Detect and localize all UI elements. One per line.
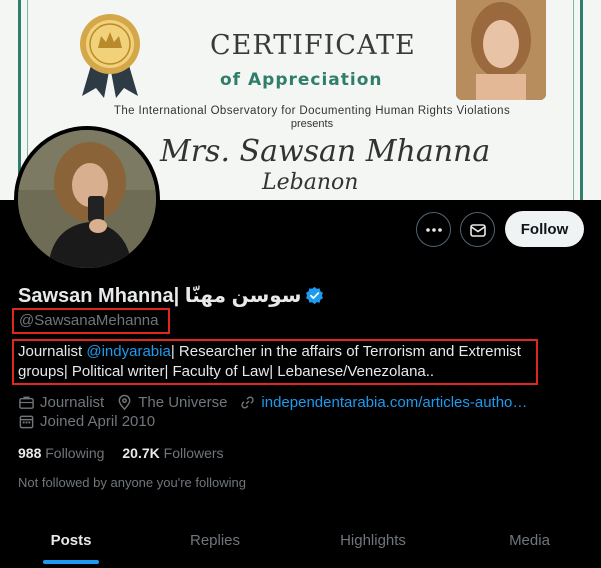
more-options-button[interactable] — [416, 212, 451, 247]
profile-meta-row: Journalist The Universe independentarabi… — [18, 394, 539, 411]
tab-label: Media — [509, 531, 550, 549]
tab-replies[interactable]: Replies — [142, 512, 288, 568]
category-item: Journalist — [18, 394, 104, 411]
active-tab-indicator — [43, 560, 99, 564]
profile-bio: Journalist @indyarabia| Researcher in th… — [18, 342, 533, 382]
followers-count: 20.7K — [122, 445, 160, 461]
certificate-recipient: Mrs. Sawsan Mhanna — [160, 134, 491, 169]
location-item: The Universe — [116, 394, 227, 411]
profile-name-row: Sawsan Mhanna| سوسن مهنّا — [18, 283, 324, 308]
location-pin-icon — [118, 394, 131, 411]
message-button[interactable] — [460, 212, 495, 247]
certificate-subtitle: of Appreciation — [220, 70, 383, 90]
follow-stats: 988 Following 20.7K Followers — [18, 445, 242, 461]
joined-text: Joined April 2010 — [40, 413, 156, 430]
medal-icon — [80, 14, 140, 98]
website-link[interactable]: independentarabia.com/articles-autho… — [261, 394, 527, 411]
not-followed-note: Not followed by anyone you're following — [18, 475, 246, 490]
certificate-presents: presents — [290, 118, 334, 130]
display-name: Sawsan Mhanna| سوسن مهنّا — [18, 285, 302, 307]
tab-posts[interactable]: Posts — [0, 512, 142, 568]
followers-label: Followers — [163, 445, 224, 461]
envelope-icon — [469, 223, 486, 237]
following-stat[interactable]: 988 Following — [18, 445, 104, 461]
briefcase-icon — [19, 396, 34, 409]
link-icon — [241, 396, 255, 409]
tab-media[interactable]: Media — [458, 512, 601, 568]
certificate-country: Lebanon — [262, 170, 359, 195]
following-count: 988 — [18, 445, 42, 461]
tab-label: Replies — [189, 531, 241, 549]
location-text: The Universe — [138, 394, 228, 411]
tab-highlights[interactable]: Highlights — [288, 512, 458, 568]
tab-label: Posts — [50, 531, 92, 549]
profile-avatar[interactable] — [14, 126, 160, 272]
followers-stat[interactable]: 20.7K Followers — [122, 445, 223, 461]
category-text: Journalist — [40, 394, 105, 411]
following-label: Following — [45, 445, 105, 461]
certificate-organization: The International Observatory for Docume… — [113, 105, 511, 117]
verified-badge-icon[interactable] — [305, 286, 324, 305]
banner-portrait-photo — [456, 0, 546, 100]
tab-label: Highlights — [340, 531, 406, 549]
bio-mention-link[interactable]: @indyarabia — [86, 343, 170, 360]
bio-text-prefix: Journalist — [18, 343, 87, 360]
profile-tabs: Posts Replies Highlights Media — [0, 512, 601, 568]
calendar-icon — [19, 415, 34, 429]
profile-handle: @SawsanaMehanna — [19, 312, 159, 329]
profile-joined-row: Joined April 2010 — [18, 413, 167, 430]
follow-button[interactable]: Follow — [505, 211, 584, 247]
joined-item: Joined April 2010 — [18, 413, 155, 430]
more-icon — [425, 227, 442, 232]
website-item[interactable]: independentarabia.com/articles-autho… — [239, 394, 527, 411]
certificate-title: CERTIFICATE — [210, 30, 416, 61]
